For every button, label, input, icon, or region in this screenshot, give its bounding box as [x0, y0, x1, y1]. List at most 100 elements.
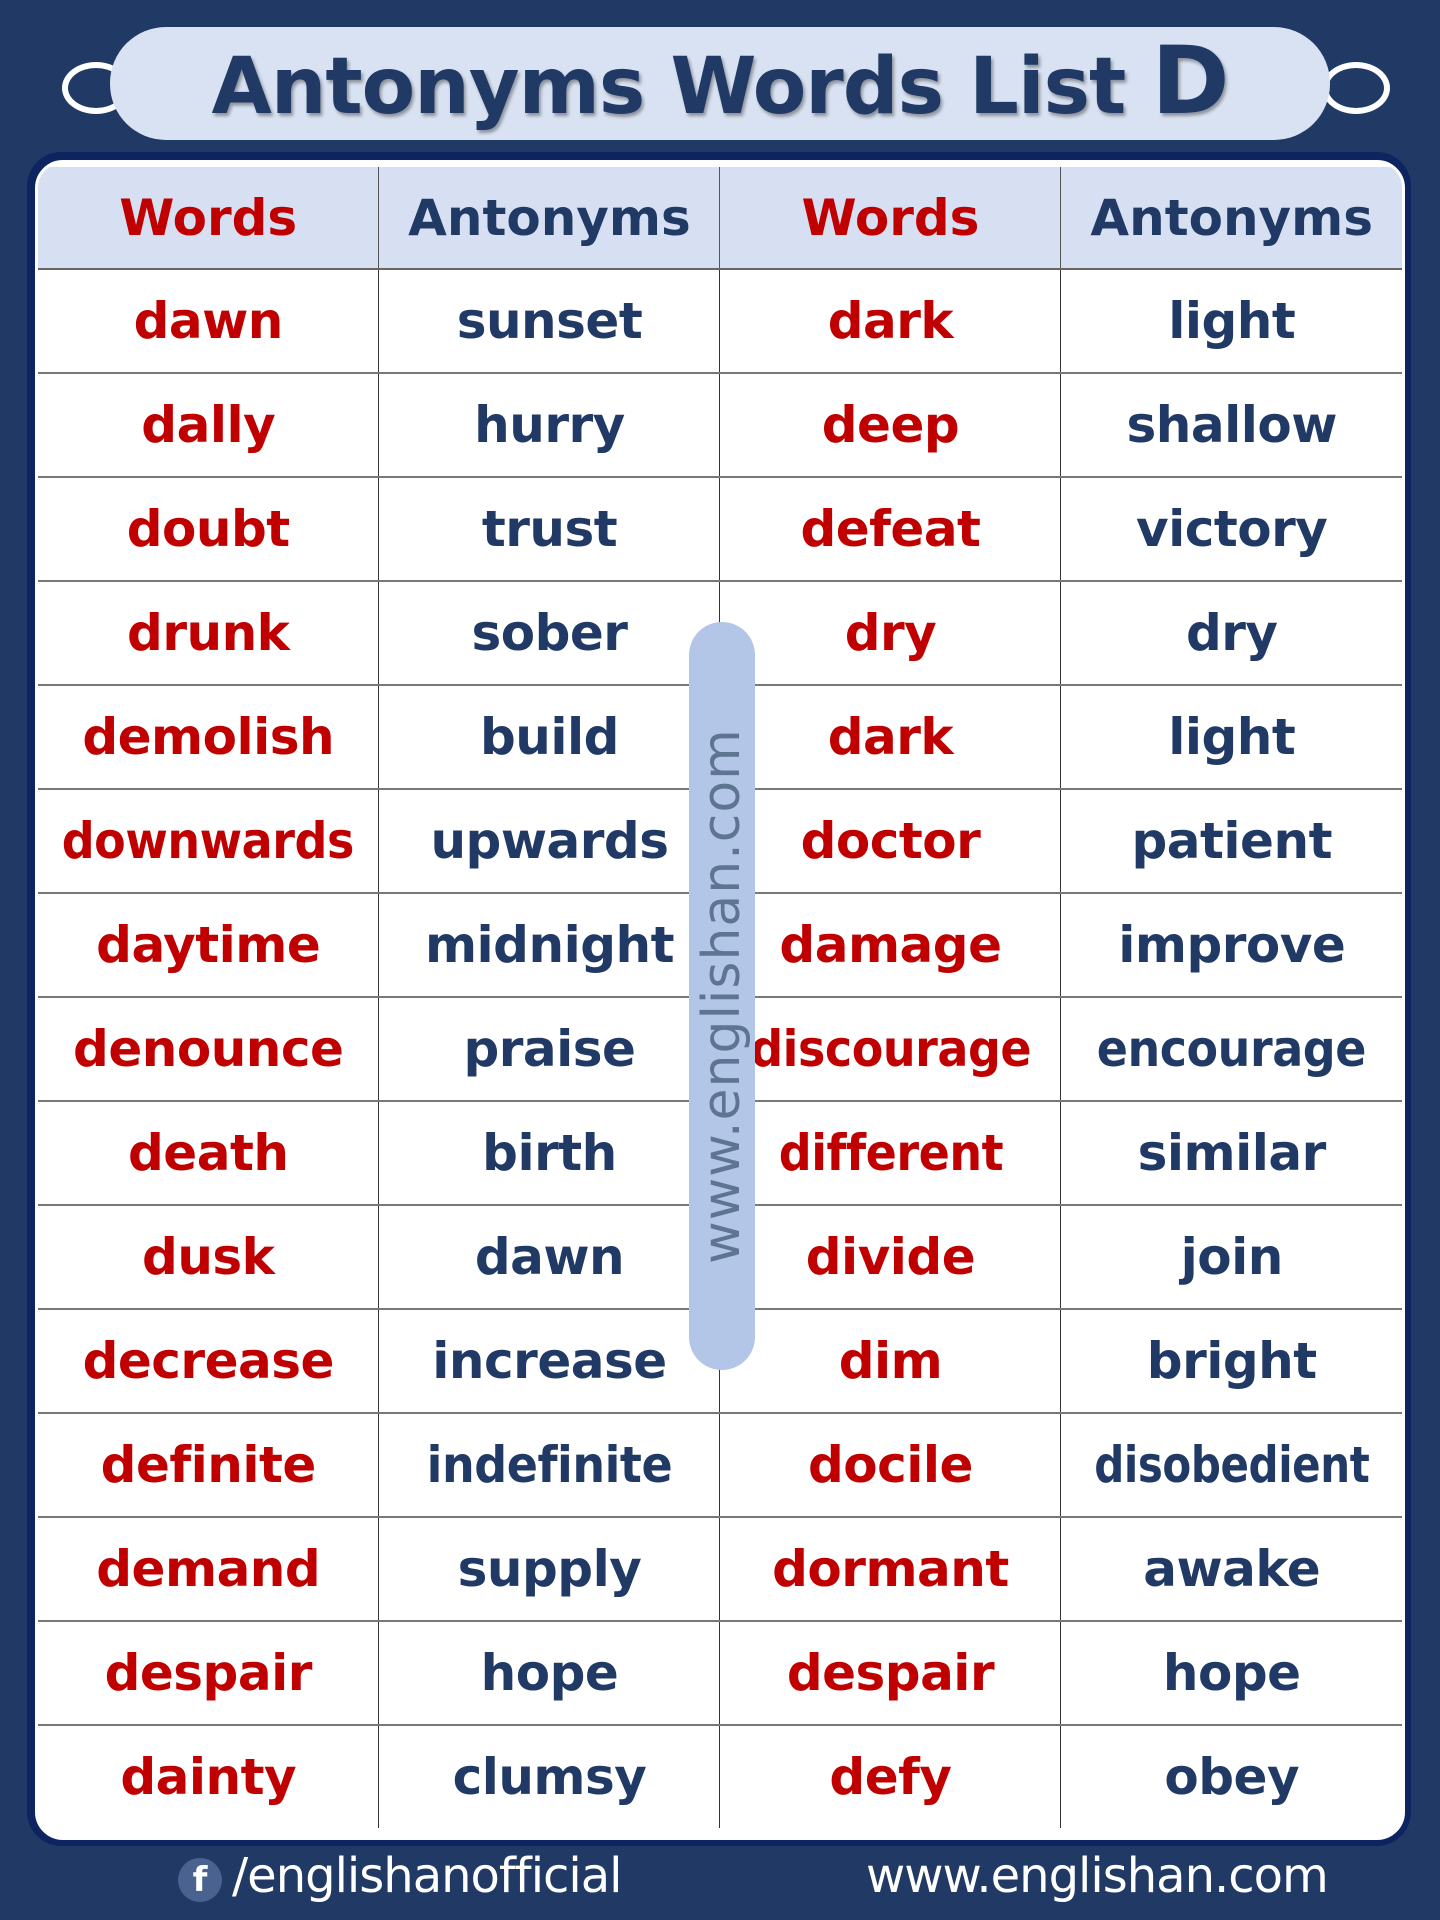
cell-text: docile	[807, 1436, 973, 1494]
cell-text: drunk	[127, 604, 290, 662]
antonym-cell: sunset	[378, 268, 721, 373]
cell-text: build	[479, 708, 619, 766]
cell-text: awake	[1143, 1540, 1321, 1598]
title-banner: Antonyms Words List D	[110, 27, 1330, 140]
cell-text: dainty	[120, 1748, 297, 1806]
cell-text: clumsy	[452, 1748, 647, 1806]
word-cell: dormant	[719, 1516, 1062, 1621]
word-cell: dawn	[38, 268, 380, 373]
antonym-cell: similar	[1060, 1100, 1402, 1205]
cell-text: similar	[1137, 1124, 1327, 1182]
table-row: definite indefinite docile disobedient	[38, 1412, 1402, 1517]
cell-text: divide	[805, 1228, 976, 1286]
word-cell: despair	[719, 1620, 1062, 1725]
cell-text: death	[128, 1124, 289, 1182]
antonym-cell: bright	[1060, 1308, 1402, 1413]
cell-text: denounce	[73, 1020, 344, 1078]
antonym-cell: trust	[378, 476, 721, 581]
antonym-cell: upwards	[378, 788, 721, 893]
cell-text: demolish	[82, 708, 335, 766]
antonym-cell: encourage	[1060, 996, 1402, 1101]
word-cell: doubt	[38, 476, 380, 581]
word-cell: downwards	[38, 788, 380, 893]
word-cell: dally	[38, 372, 380, 477]
table-row: doubt trust defeat victory	[38, 476, 1402, 581]
cell-text: patient	[1131, 812, 1332, 870]
antonym-cell: improve	[1060, 892, 1402, 997]
word-cell: docile	[719, 1412, 1062, 1517]
antonym-cell: hurry	[378, 372, 721, 477]
cell-text: dark	[827, 708, 954, 766]
cell-text: despair	[104, 1644, 313, 1702]
antonym-cell: supply	[378, 1516, 721, 1621]
word-cell: divide	[719, 1204, 1062, 1309]
word-cell: denounce	[38, 996, 380, 1101]
cell-text: supply	[457, 1540, 642, 1598]
cell-text: disobedient	[1094, 1436, 1370, 1494]
facebook-link[interactable]: f /englishanofficial	[178, 1848, 623, 1904]
word-cell: demand	[38, 1516, 380, 1621]
antonym-cell: disobedient	[1060, 1412, 1402, 1517]
page-title: Antonyms Words List D	[211, 27, 1230, 136]
cell-text: hope	[1162, 1644, 1301, 1702]
antonym-cell: hope	[1060, 1620, 1402, 1725]
cell-text: different	[778, 1124, 1003, 1182]
cell-text: upwards	[430, 812, 669, 870]
website-link[interactable]: www.englishan.com	[866, 1848, 1329, 1904]
antonym-cell: obey	[1060, 1724, 1402, 1828]
title-main: Antonyms Words List	[211, 42, 1152, 132]
word-cell: despair	[38, 1620, 380, 1725]
cell-text: dry	[844, 604, 937, 662]
header-antonyms-2: Antonyms	[1060, 167, 1402, 270]
table-row: dawn sunset dark light	[38, 268, 1402, 373]
cell-text: shallow	[1126, 396, 1338, 454]
word-cell: doctor	[719, 788, 1062, 893]
antonym-cell: awake	[1060, 1516, 1402, 1621]
decorative-hole-right	[1322, 62, 1390, 114]
cell-text: encourage	[1097, 1020, 1367, 1078]
cell-text: dally	[141, 396, 276, 454]
antonym-cell: midnight	[378, 892, 721, 997]
cell-text: increase	[432, 1332, 667, 1390]
antonym-cell: praise	[378, 996, 721, 1101]
word-cell: damage	[719, 892, 1062, 997]
word-cell: dark	[719, 268, 1062, 373]
word-cell: death	[38, 1100, 380, 1205]
antonym-cell: dawn	[378, 1204, 721, 1309]
antonym-cell: sober	[378, 580, 721, 685]
cell-text: sober	[471, 604, 628, 662]
facebook-handle: /englishanofficial	[232, 1848, 623, 1904]
word-cell: different	[719, 1100, 1062, 1205]
facebook-icon: f	[178, 1858, 222, 1902]
antonym-cell: hope	[378, 1620, 721, 1725]
word-cell: defeat	[719, 476, 1062, 581]
word-cell: dusk	[38, 1204, 380, 1309]
cell-text: daytime	[96, 916, 321, 974]
cell-text: trust	[481, 500, 618, 558]
cell-text: definite	[100, 1436, 317, 1494]
cell-text: victory	[1136, 500, 1328, 558]
cell-text: decrease	[82, 1332, 335, 1390]
cell-text: light	[1168, 708, 1296, 766]
cell-text: defeat	[800, 500, 981, 558]
word-cell: decrease	[38, 1308, 380, 1413]
header-words-2: Words	[719, 167, 1062, 270]
cell-text: downwards	[62, 812, 355, 870]
cell-text: birth	[482, 1124, 617, 1182]
cell-text: dusk	[142, 1228, 275, 1286]
antonym-cell: light	[1060, 684, 1402, 789]
cell-text: deep	[821, 396, 960, 454]
cell-text: obey	[1164, 1748, 1300, 1806]
cell-text: midnight	[424, 916, 675, 974]
cell-text: doctor	[800, 812, 981, 870]
word-cell: deep	[719, 372, 1062, 477]
cell-text: hurry	[474, 396, 625, 454]
cell-text: dim	[838, 1332, 943, 1390]
cell-text: improve	[1118, 916, 1346, 974]
title-letter: D	[1151, 27, 1230, 136]
antonym-cell: victory	[1060, 476, 1402, 581]
cell-text: dormant	[772, 1540, 1009, 1598]
antonym-cell: build	[378, 684, 721, 789]
cell-text: light	[1168, 292, 1296, 350]
watermark-text: www.englishan.com	[692, 728, 752, 1264]
